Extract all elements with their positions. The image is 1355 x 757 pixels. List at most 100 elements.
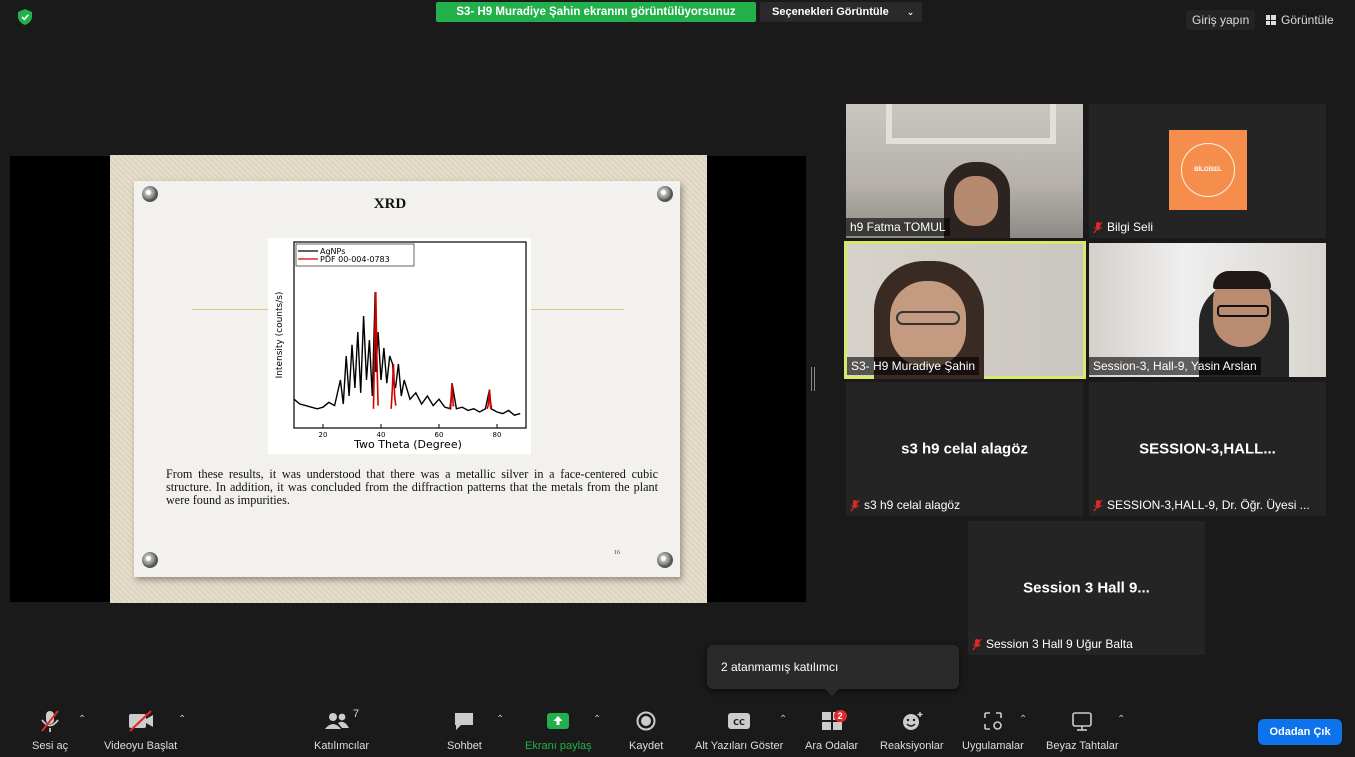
reactions-button[interactable]: Reaksiyonlar (880, 708, 944, 752)
participant-tile[interactable]: BİLGİSEL Bilgi Seli (1089, 104, 1326, 238)
participant-name-label: Session 3 Hall 9 Uğur Balta (968, 635, 1137, 653)
participant-tile[interactable]: SESSION-3,HALL... SESSION-3,HALL-9, Dr. … (1089, 382, 1326, 516)
chat-bubble-icon (455, 713, 474, 730)
slide-title: XRD (373, 196, 407, 212)
slide-number: 16 (614, 550, 620, 556)
participants-label: Katılımcılar (314, 740, 370, 752)
tooltip-text: 2 atanmamış katılımcı (721, 660, 839, 674)
participant-name: Bilgi Seli (1107, 220, 1154, 234)
svg-text:CC: CC (733, 718, 745, 727)
leave-room-button[interactable]: Odadan Çık (1258, 719, 1342, 745)
record-button[interactable]: Kaydet (629, 708, 663, 752)
video-options-caret[interactable]: ⌃ (178, 714, 186, 725)
video-glasses (1217, 305, 1269, 317)
breakout-rooms-tooltip: 2 atanmamış katılımcı (707, 645, 959, 696)
view-options-button[interactable]: Seçenekleri Görüntüle ⌄ (760, 2, 922, 22)
rivet-decoration (142, 186, 158, 202)
unmute-label: Sesi aç (32, 740, 69, 752)
participant-name-label: S3- H9 Muradiye Şahin (847, 357, 980, 375)
participant-name-label: h9 Fatma TOMUL (846, 218, 950, 236)
x-tick-label: 80 (493, 431, 502, 439)
record-icon (636, 711, 656, 731)
legend-label-pdf: PDF 00-004-0783 (320, 255, 390, 264)
panel-resize-handle[interactable] (811, 367, 815, 391)
participants-icon (324, 713, 349, 729)
slide-body-text: From these results, it was understood th… (166, 467, 658, 507)
rivet-decoration (142, 552, 158, 568)
participant-name: Session-3, Hall-9, Yasin Arslan (1093, 359, 1257, 373)
gallery-view-icon (1266, 15, 1276, 25)
chart-legend: AgNPs PDF 00-004-0783 (295, 243, 415, 267)
rivet-decoration (657, 186, 673, 202)
share-screen-label: Ekranı paylaş (525, 740, 592, 752)
microphone-muted-icon (1093, 221, 1103, 233)
chat-button[interactable]: Sohbet (447, 708, 482, 752)
participant-tile-active-speaker[interactable]: S3- H9 Muradiye Şahin (844, 241, 1086, 379)
breakout-rooms-button[interactable]: 2 Ara Odalar (805, 708, 858, 752)
share-screen-button[interactable]: Ekranı paylaş (525, 708, 592, 752)
chevron-down-icon: ⌄ (906, 6, 915, 17)
participant-name: s3 h9 celal alagöz (864, 498, 961, 512)
ceiling-light (886, 104, 1056, 144)
start-video-button[interactable]: Videoyu Başlat (104, 708, 177, 752)
whiteboard-options-caret[interactable]: ⌃ (1117, 714, 1125, 725)
participant-name-label: SESSION-3,HALL-9, Dr. Öğr. Üyesi ... (1089, 496, 1314, 514)
view-layout-button[interactable]: Görüntüle (1266, 10, 1334, 30)
participant-tile[interactable]: Session 3 Hall 9... Session 3 Hall 9 Uğu… (968, 521, 1205, 655)
chat-label: Sohbet (447, 740, 482, 752)
screen-share-banner: S3- H9 Muradiye Şahin ekranını görüntülü… (436, 2, 756, 22)
view-options-label: Seçenekleri Görüntüle (772, 6, 889, 18)
video-camera-off-icon (128, 710, 153, 732)
x-tick-label: 20 (319, 431, 328, 439)
unmute-button[interactable]: Sesi aç (32, 708, 68, 752)
reactions-label: Reaksiyonlar (880, 740, 944, 752)
participant-tile[interactable]: s3 h9 celal alagöz s3 h9 celal alagöz (846, 382, 1083, 516)
security-shield-icon[interactable] (18, 9, 32, 25)
captions-label: Alt Yazıları Göster (695, 740, 784, 752)
rivet-decoration (657, 552, 673, 568)
video-glasses (896, 311, 960, 325)
participant-tile[interactable]: h9 Fatma TOMUL (846, 104, 1083, 238)
participant-name: h9 Fatma TOMUL (850, 220, 946, 234)
video-face (954, 176, 998, 226)
apps-button[interactable]: Uygulamalar (962, 708, 1024, 752)
participant-name-label: Session-3, Hall-9, Yasin Arslan (1089, 357, 1261, 375)
whiteboards-button[interactable]: Beyaz Tahtalar (1046, 708, 1119, 752)
emoji-add-icon (902, 712, 923, 730)
breakout-rooms-label: Ara Odalar (805, 740, 859, 752)
decorative-line (192, 309, 268, 310)
microphone-muted-icon (41, 710, 59, 732)
share-options-caret[interactable]: ⌃ (593, 714, 601, 725)
captions-button[interactable]: CC Alt Yazıları Göster (695, 708, 783, 752)
video-hair (1213, 271, 1271, 289)
breakout-badge: 2 (833, 710, 847, 722)
participant-tile[interactable]: Session-3, Hall-9, Yasin Arslan (1089, 243, 1326, 377)
microphone-muted-icon (850, 499, 860, 511)
participant-name: SESSION-3,HALL-9, Dr. Öğr. Üyesi ... (1107, 498, 1310, 512)
whiteboard-icon (1072, 712, 1093, 731)
participant-name: Session 3 Hall 9 Uğur Balta (986, 637, 1133, 651)
record-label: Kaydet (629, 740, 664, 752)
series-layer (293, 291, 521, 416)
decorative-line (531, 309, 624, 310)
x-axis-label: Two Theta (Degree) (353, 438, 462, 451)
closed-captions-icon: CC (728, 713, 751, 729)
xrd-chart: AgNPs PDF 00-004-0783 20 40 60 80 Two Theta… (268, 238, 531, 454)
participants-count: 7 (352, 708, 360, 720)
participants-button[interactable]: 7 Katılımcılar (314, 708, 369, 752)
participant-name-label: s3 h9 celal alagöz (846, 496, 964, 514)
audio-options-caret[interactable]: ⌃ (78, 714, 86, 725)
apps-icon (984, 712, 1002, 730)
apps-label: Uygulamalar (962, 740, 1024, 752)
apps-options-caret[interactable]: ⌃ (1019, 714, 1027, 725)
chat-options-caret[interactable]: ⌃ (496, 714, 504, 725)
share-screen-icon (547, 713, 570, 729)
avatar-logo: BİLGİSEL (1181, 143, 1235, 197)
participant-name: S3- H9 Muradiye Şahin (851, 359, 976, 373)
participant-display-name: Session 3 Hall 9... (1023, 579, 1150, 597)
avatar: BİLGİSEL (1169, 130, 1247, 210)
login-button[interactable]: Giriş yapın (1186, 10, 1256, 30)
captions-options-caret[interactable]: ⌃ (779, 714, 787, 725)
microphone-muted-icon (972, 638, 982, 650)
microphone-muted-icon (1093, 499, 1103, 511)
